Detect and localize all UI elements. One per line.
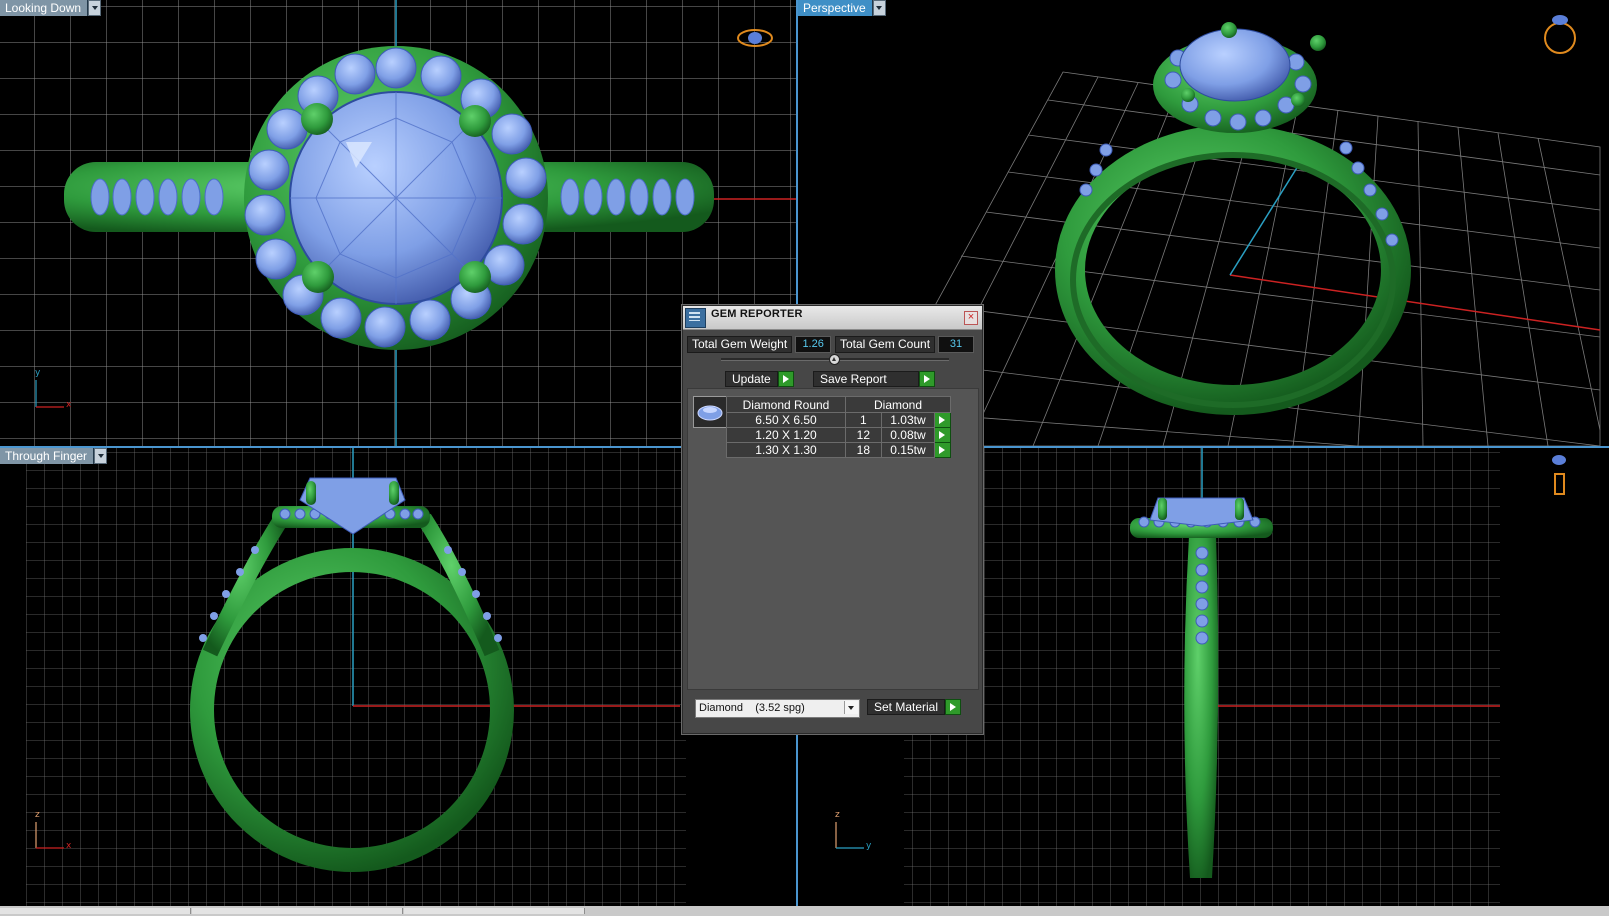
column-header-shape[interactable]: Diamond Round — [726, 396, 846, 413]
viewport-name[interactable]: Through Finger — [0, 448, 95, 464]
chevron-down-icon[interactable] — [88, 0, 102, 16]
play-arrow-icon[interactable] — [777, 371, 794, 387]
gem-size: 6.50 X 6.50 — [726, 412, 846, 428]
gem-size: 1.30 X 1.30 — [726, 442, 846, 458]
set-material-button[interactable]: Set Material — [867, 699, 962, 715]
table-row[interactable]: 1.20 X 1.20 12 0.08tw — [726, 427, 951, 443]
set-material-button-label[interactable]: Set Material — [867, 699, 946, 715]
viewport-label-through-finger[interactable]: Through Finger — [0, 448, 108, 464]
update-button-label[interactable]: Update — [725, 371, 778, 387]
table-row[interactable]: 6.50 X 6.50 1 1.03tw — [726, 412, 951, 428]
total-gem-count-row: Total Gem Count 31 — [835, 336, 975, 353]
gem-table: Diamond Round Diamond 6.50 X 6.50 1 1.03… — [726, 396, 951, 458]
total-gem-count-label: Total Gem Count — [835, 336, 936, 353]
axis-z-label: z — [835, 810, 840, 820]
close-icon[interactable]: × — [964, 311, 978, 325]
material-select[interactable]: Diamond (3.52 spg) — [695, 699, 860, 718]
gem-count: 1 — [845, 412, 882, 428]
chevron-down-icon[interactable] — [94, 448, 108, 464]
viewport-looking-down[interactable]: y x Looking Down — [0, 0, 797, 446]
gem-weight: 1.03tw — [880, 412, 936, 428]
play-arrow-icon[interactable] — [919, 371, 935, 387]
save-report-button[interactable]: Save Report — [813, 371, 935, 387]
chevron-down-icon[interactable] — [872, 0, 886, 16]
viewport-name[interactable]: Looking Down — [0, 0, 89, 16]
viewport-name[interactable]: Perspective — [798, 0, 873, 16]
chevron-down-icon[interactable] — [844, 701, 858, 714]
gem-thumbnail — [693, 396, 727, 428]
axis-z-label: z — [35, 810, 40, 820]
gem-reporter-dialog[interactable]: GEM REPORTER × Total Gem Weight 1.26 Tot… — [682, 305, 983, 734]
axis-y-label: y — [866, 841, 872, 851]
select-row-arrow-icon[interactable] — [934, 442, 951, 458]
save-report-button-label[interactable]: Save Report — [813, 371, 919, 387]
gem-weight: 0.15tw — [880, 442, 936, 458]
gem-count: 18 — [845, 442, 882, 458]
update-button[interactable]: Update — [725, 371, 794, 387]
dialog-titlebar[interactable]: GEM REPORTER × — [683, 306, 982, 330]
grid-top-view — [0, 0, 797, 446]
collapse-arrow-icon[interactable] — [829, 354, 840, 365]
gem-weight: 0.08tw — [880, 427, 936, 443]
viewport-label-perspective[interactable]: Perspective — [798, 0, 886, 16]
table-row[interactable]: 1.30 X 1.30 18 0.15tw — [726, 442, 951, 458]
total-gem-count-value: 31 — [938, 336, 975, 353]
gem-count: 12 — [845, 427, 882, 443]
column-header-material[interactable]: Diamond — [845, 396, 951, 413]
total-gem-weight-value: 1.26 — [795, 336, 832, 353]
axis-y-label: y — [35, 368, 41, 378]
viewport-label-looking-down[interactable]: Looking Down — [0, 0, 102, 16]
select-row-arrow-icon[interactable] — [934, 412, 951, 428]
total-gem-weight-row: Total Gem Weight 1.26 — [687, 336, 832, 353]
play-arrow-icon[interactable] — [945, 699, 962, 715]
material-select-value: Diamond (3.52 spg) — [699, 702, 805, 714]
axis-x-label: x — [66, 841, 72, 851]
status-strip — [0, 906, 1609, 916]
dialog-title: GEM REPORTER — [711, 308, 803, 320]
gem-size: 1.20 X 1.20 — [726, 427, 846, 443]
grid-front-view — [26, 448, 686, 906]
gem-reporter-icon — [685, 308, 706, 328]
viewport-through-finger[interactable]: z x Through Finger — [0, 448, 797, 906]
axis-x-label: x — [66, 400, 72, 410]
select-row-arrow-icon[interactable] — [934, 427, 951, 443]
total-gem-weight-label: Total Gem Weight — [687, 336, 793, 353]
